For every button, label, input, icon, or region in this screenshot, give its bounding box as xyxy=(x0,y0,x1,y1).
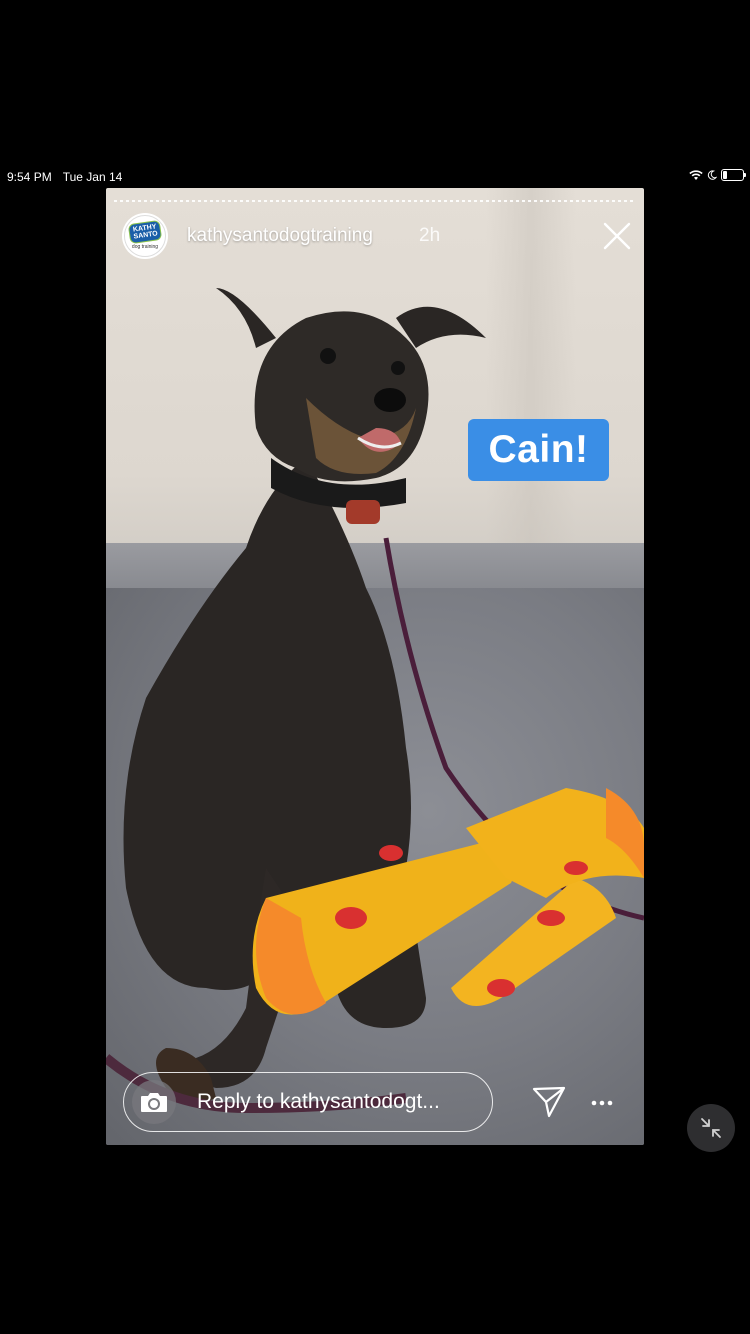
battery-icon xyxy=(721,169,746,181)
status-time: 9:54 PM xyxy=(7,170,52,184)
story-progress-bar xyxy=(114,200,636,202)
status-left: 9:54 PM Tue Jan 14 xyxy=(7,170,122,184)
story-header: KATHY SANTO dog training kathysantodogtr… xyxy=(122,213,632,261)
reply-input[interactable]: Reply to kathysantodogt... xyxy=(197,1090,440,1114)
story-card[interactable]: KATHY SANTO dog training kathysantodogtr… xyxy=(106,188,644,1145)
camera-button[interactable] xyxy=(132,1080,176,1124)
time-ago: 2h xyxy=(419,225,441,246)
text-sticker: Cain! xyxy=(468,419,609,481)
minimize-icon xyxy=(701,1118,721,1138)
more-button[interactable] xyxy=(590,1093,614,1113)
avatar-logo-sub: dog training xyxy=(131,244,159,250)
send-button[interactable] xyxy=(531,1084,567,1120)
avatar-logo: KATHY SANTO xyxy=(127,219,163,245)
status-right xyxy=(689,169,746,181)
screen: 9:54 PM Tue Jan 14 KATHY SANTO dog train… xyxy=(0,0,750,1334)
close-button[interactable] xyxy=(602,221,632,251)
camera-icon xyxy=(141,1093,167,1112)
avatar-image: KATHY SANTO dog training xyxy=(124,215,166,257)
username[interactable]: kathysantodogtraining xyxy=(187,225,373,247)
minimize-button[interactable] xyxy=(687,1104,735,1152)
status-date: Tue Jan 14 xyxy=(62,170,123,184)
story-photo xyxy=(106,288,644,1114)
reply-bar[interactable]: Reply to kathysantodogt... xyxy=(123,1072,493,1132)
moon-icon xyxy=(707,170,717,180)
more-icon xyxy=(591,1100,613,1106)
send-icon xyxy=(532,1086,566,1118)
close-icon xyxy=(603,222,631,250)
wifi-icon xyxy=(689,169,703,180)
status-bar: 9:54 PM Tue Jan 14 xyxy=(0,164,750,188)
avatar[interactable]: KATHY SANTO dog training xyxy=(122,213,168,259)
